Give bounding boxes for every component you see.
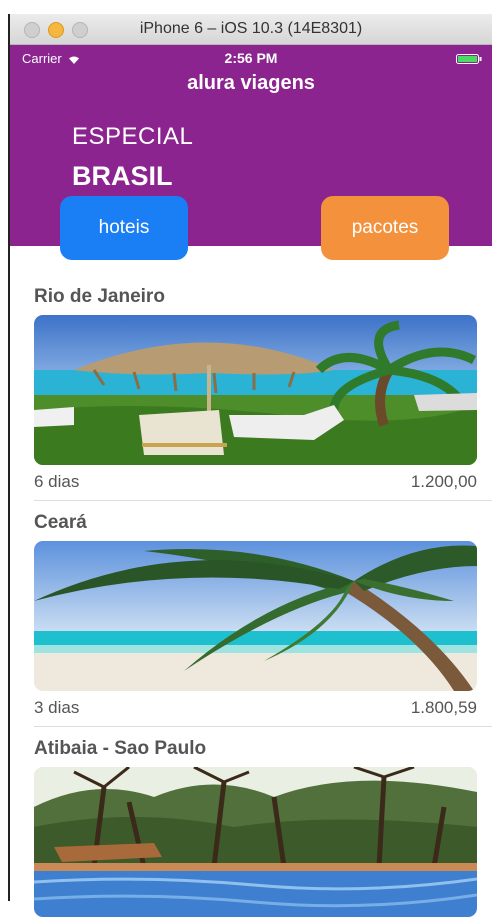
trip-price: 1.800,59 bbox=[410, 698, 477, 717]
trip-title: Rio de Janeiro bbox=[34, 286, 165, 307]
trip-days: 6 dias bbox=[34, 472, 80, 491]
window-titlebar: iPhone 6 – iOS 10.3 (14E8301) bbox=[10, 14, 492, 45]
hotels-button[interactable]: hoteis bbox=[60, 196, 188, 260]
forest-pool-photo bbox=[34, 767, 477, 917]
pool-umbrella-photo bbox=[34, 315, 477, 465]
battery-icon bbox=[456, 54, 482, 64]
trip-days: 3 dias bbox=[34, 698, 80, 717]
special-label: ESPECIAL bbox=[72, 123, 194, 150]
simulator-window: iPhone 6 – iOS 10.3 (14E8301) Carrier 2:… bbox=[8, 14, 492, 917]
row-divider bbox=[34, 500, 492, 501]
country-label: BRASIL bbox=[72, 161, 173, 191]
app-title: alura viagens bbox=[187, 72, 315, 94]
row-divider bbox=[34, 726, 492, 727]
trip-title: Atibaia - Sao Paulo bbox=[34, 738, 207, 759]
window-title: iPhone 6 – iOS 10.3 (14E8301) bbox=[139, 20, 363, 37]
status-time: 2:56 PM bbox=[224, 50, 278, 66]
trip-price: 1.200,00 bbox=[410, 472, 477, 491]
beach-palm-photo bbox=[34, 541, 477, 691]
trip-title: Ceará bbox=[34, 512, 87, 533]
packages-button[interactable]: pacotes bbox=[321, 196, 449, 260]
